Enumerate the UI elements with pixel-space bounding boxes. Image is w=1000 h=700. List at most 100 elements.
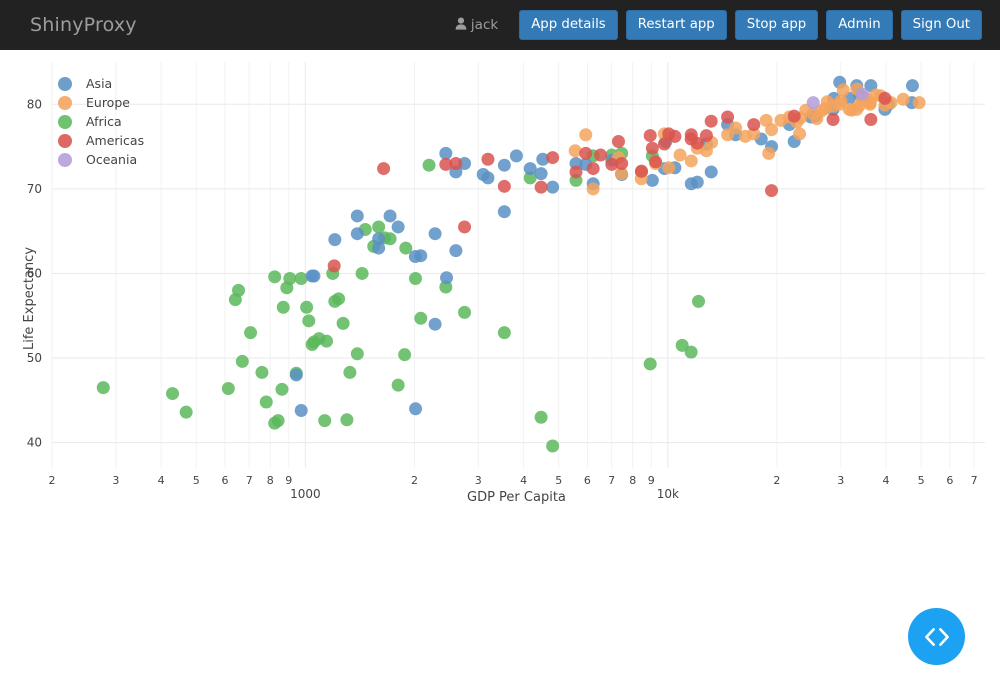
- data-point[interactable]: [350, 209, 364, 223]
- data-point[interactable]: [307, 269, 321, 283]
- legend-item-americas[interactable]: Americas: [58, 131, 144, 150]
- sign-out-button[interactable]: Sign Out: [900, 9, 982, 41]
- data-point[interactable]: [806, 96, 820, 110]
- data-point[interactable]: [343, 365, 357, 379]
- data-point[interactable]: [96, 381, 110, 395]
- data-point[interactable]: [235, 354, 249, 368]
- data-point[interactable]: [546, 180, 560, 194]
- data-point[interactable]: [634, 164, 648, 178]
- data-point[interactable]: [332, 292, 346, 306]
- series-asia[interactable]: [289, 75, 919, 417]
- data-point[interactable]: [271, 414, 285, 428]
- data-point[interactable]: [408, 250, 422, 264]
- data-point[interactable]: [818, 102, 832, 116]
- data-point[interactable]: [643, 129, 657, 143]
- data-point[interactable]: [340, 413, 354, 427]
- data-point[interactable]: [586, 182, 600, 196]
- data-point[interactable]: [414, 311, 428, 325]
- data-point[interactable]: [398, 348, 412, 362]
- data-point[interactable]: [372, 220, 386, 234]
- data-point[interactable]: [408, 272, 422, 286]
- data-point[interactable]: [826, 113, 840, 127]
- app-details-button[interactable]: App details: [519, 9, 618, 41]
- data-point[interactable]: [747, 118, 761, 132]
- data-point[interactable]: [684, 345, 698, 359]
- data-point[interactable]: [336, 316, 350, 330]
- data-point[interactable]: [232, 283, 246, 297]
- data-point[interactable]: [179, 405, 193, 419]
- data-point[interactable]: [579, 128, 593, 142]
- data-point[interactable]: [699, 129, 713, 143]
- data-point[interactable]: [523, 162, 537, 176]
- data-point[interactable]: [509, 149, 523, 163]
- data-point[interactable]: [383, 209, 397, 223]
- data-point[interactable]: [391, 378, 405, 392]
- data-point[interactable]: [586, 162, 600, 176]
- data-point[interactable]: [275, 382, 289, 396]
- data-point[interactable]: [534, 180, 548, 194]
- data-point[interactable]: [318, 414, 332, 428]
- plot-legend[interactable]: Asia Europe Africa Americas Oceania: [58, 74, 144, 169]
- data-point[interactable]: [327, 259, 341, 273]
- data-point[interactable]: [673, 148, 687, 162]
- data-point[interactable]: [166, 387, 179, 401]
- data-point[interactable]: [377, 162, 391, 176]
- legend-item-asia[interactable]: Asia: [58, 74, 144, 93]
- data-point[interactable]: [762, 146, 776, 160]
- data-point[interactable]: [409, 402, 423, 416]
- legend-item-europe[interactable]: Europe: [58, 93, 144, 112]
- data-point[interactable]: [611, 135, 625, 149]
- data-point[interactable]: [440, 271, 454, 285]
- data-point[interactable]: [765, 123, 779, 137]
- data-point[interactable]: [579, 146, 593, 160]
- data-point[interactable]: [546, 151, 560, 165]
- code-view-fab-button[interactable]: [908, 608, 965, 665]
- data-point[interactable]: [684, 154, 698, 168]
- data-point[interactable]: [662, 127, 676, 141]
- data-point[interactable]: [721, 128, 735, 142]
- data-point[interactable]: [645, 173, 659, 187]
- data-point[interactable]: [765, 184, 779, 198]
- data-point[interactable]: [350, 347, 364, 361]
- brand-logo[interactable]: ShinyProxy: [30, 14, 137, 36]
- data-point[interactable]: [497, 205, 511, 219]
- data-point[interactable]: [449, 157, 463, 170]
- data-point[interactable]: [721, 110, 735, 124]
- data-point[interactable]: [428, 227, 442, 241]
- data-point[interactable]: [422, 158, 436, 172]
- data-point[interactable]: [221, 381, 235, 395]
- series-africa[interactable]: [96, 146, 706, 453]
- restart-app-button[interactable]: Restart app: [625, 9, 727, 41]
- data-point[interactable]: [569, 165, 583, 179]
- data-point[interactable]: [289, 368, 303, 382]
- data-point[interactable]: [350, 227, 364, 241]
- data-point[interactable]: [449, 244, 463, 258]
- data-point[interactable]: [912, 96, 926, 110]
- data-point[interactable]: [497, 158, 511, 172]
- data-point[interactable]: [458, 220, 472, 234]
- data-point[interactable]: [302, 314, 316, 328]
- data-point[interactable]: [300, 300, 314, 314]
- data-point[interactable]: [294, 403, 308, 417]
- data-point[interactable]: [283, 272, 297, 286]
- data-point[interactable]: [244, 326, 258, 340]
- data-point[interactable]: [497, 179, 511, 193]
- data-point[interactable]: [662, 161, 676, 175]
- data-point[interactable]: [481, 171, 495, 185]
- admin-button[interactable]: Admin: [826, 9, 893, 41]
- data-point[interactable]: [615, 157, 629, 170]
- data-point[interactable]: [787, 109, 801, 123]
- data-point[interactable]: [855, 87, 869, 101]
- data-point[interactable]: [458, 305, 472, 319]
- data-point[interactable]: [878, 91, 892, 105]
- data-point[interactable]: [692, 294, 706, 308]
- data-point[interactable]: [649, 155, 663, 169]
- data-point[interactable]: [255, 365, 269, 379]
- scatter-plot[interactable]: 2 3 4 5 6 7 8 9 1000 2 3 4 5 6 7 8 9 10k 2 3 4 5 6 7 40 50 60 70 80 …: [0, 50, 1000, 700]
- data-point[interactable]: [481, 152, 495, 166]
- data-point[interactable]: [836, 83, 850, 97]
- data-point[interactable]: [864, 113, 878, 127]
- data-point[interactable]: [328, 233, 342, 247]
- data-point[interactable]: [546, 439, 560, 453]
- data-point[interactable]: [428, 317, 442, 331]
